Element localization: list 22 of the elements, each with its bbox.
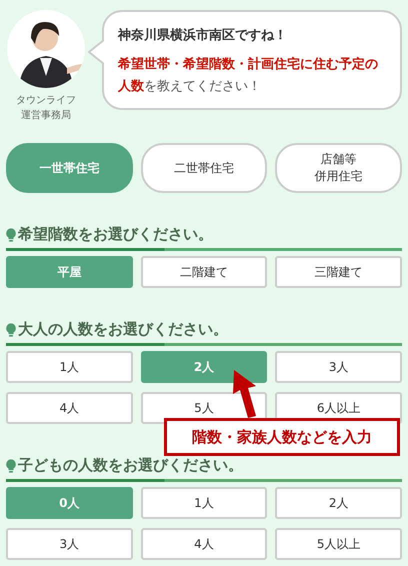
option-button[interactable]: 3人 bbox=[275, 351, 402, 383]
operator-caption: タウンライフ 運営事務局 bbox=[16, 94, 76, 123]
lightbulb-icon bbox=[6, 322, 16, 336]
option-button[interactable]: 2人 bbox=[275, 487, 402, 519]
section-title: 子どもの人数をお選びください。 bbox=[18, 456, 243, 475]
section-title: 希望階数をお選びください。 bbox=[18, 225, 213, 244]
option-button[interactable]: 1人 bbox=[140, 487, 268, 519]
household-type-button[interactable]: 店舗等 併用住宅 bbox=[275, 143, 402, 193]
option-button[interactable]: 3人 bbox=[6, 528, 133, 560]
option-button[interactable]: 1人 bbox=[6, 351, 133, 383]
option-button[interactable]: 4人 bbox=[140, 528, 268, 560]
option-button[interactable]: 二階建て bbox=[140, 256, 268, 288]
callout-text: 階数・家族人数などを入力 bbox=[192, 428, 372, 446]
option-button[interactable]: 5人以上 bbox=[275, 528, 402, 560]
option-button[interactable]: 4人 bbox=[6, 392, 133, 424]
household-type-button[interactable]: 二世帯住宅 bbox=[140, 143, 268, 193]
option-button[interactable]: 三階建て bbox=[275, 256, 402, 288]
lightbulb-icon bbox=[6, 228, 16, 242]
section-title: 大人の人数をお選びください。 bbox=[18, 320, 228, 339]
bubble-text: 希望世帯・希望階数・計画住宅に住む予定の人数を教えてください！ bbox=[118, 56, 379, 96]
lightbulb-icon bbox=[6, 458, 16, 472]
bubble-text: 神奈川県横浜市南区ですね！ bbox=[118, 26, 288, 44]
